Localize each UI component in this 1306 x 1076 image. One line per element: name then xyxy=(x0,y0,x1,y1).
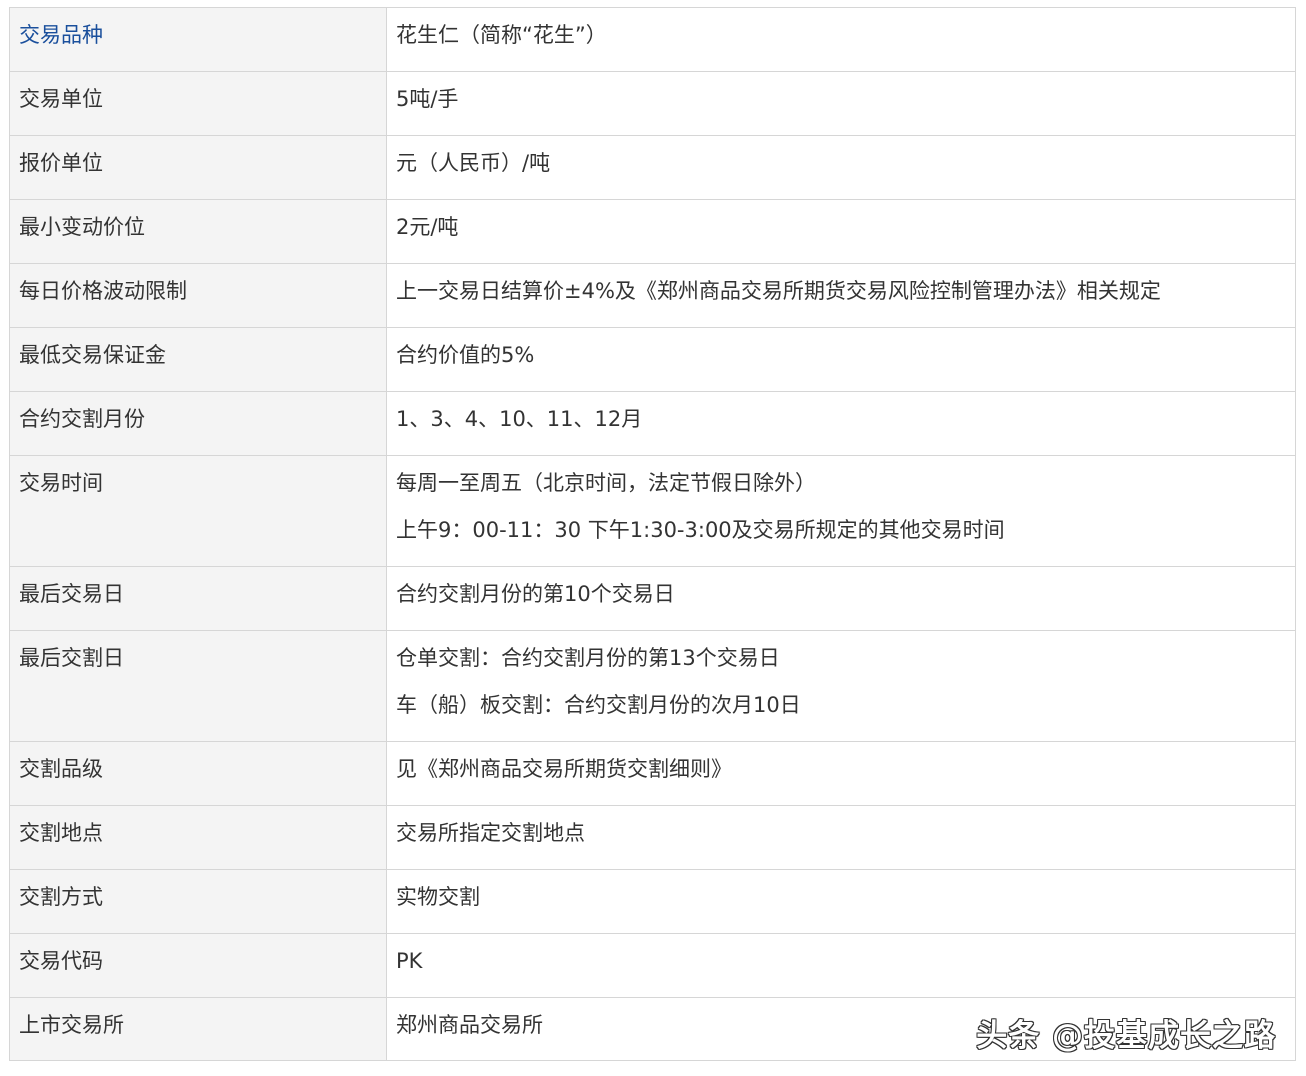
row-label-cell: 最后交易日 xyxy=(9,566,387,631)
row-label-cell: 交割品级 xyxy=(9,741,387,806)
row-value-cell: 合约交割月份的第10个交易日 xyxy=(386,566,1296,631)
row-label-cell: 交易时间 xyxy=(9,455,387,567)
row-label: 交易品种 xyxy=(19,23,103,47)
row-value-cell: 每周一至周五（北京时间，法定节假日除外） 上午9：00-11：30 下午1:30… xyxy=(386,455,1296,567)
row-value-cell: 5吨/手 xyxy=(386,71,1296,136)
table-row: 最小变动价位 2元/吨 xyxy=(9,199,1296,264)
row-label-cell: 交易代码 xyxy=(9,933,387,998)
row-label-cell: 交割方式 xyxy=(9,869,387,934)
row-value: 每周一至周五（北京时间，法定节假日除外） xyxy=(396,471,816,495)
row-value: 车（船）板交割：合约交割月份的次月10日 xyxy=(396,693,801,717)
contract-spec-table: 交易品种 花生仁（简称“花生”） 交易单位 5吨/手 报价单位 元（人民币）/吨… xyxy=(9,7,1296,1061)
table-row: 最后交割日 仓单交割：合约交割月份的第13个交易日 车（船）板交割：合约交割月份… xyxy=(9,630,1296,742)
row-value-cell: 上一交易日结算价±4%及《郑州商品交易所期货交易风险控制管理办法》相关规定 xyxy=(386,263,1296,328)
row-value: 见《郑州商品交易所期货交割细则》 xyxy=(396,757,732,781)
row-value-cell: 合约价值的5% xyxy=(386,327,1296,392)
row-label-cell: 交易单位 xyxy=(9,71,387,136)
row-value-cell: 仓单交割：合约交割月份的第13个交易日 车（船）板交割：合约交割月份的次月10日 xyxy=(386,630,1296,742)
table-row: 合约交割月份 1、3、4、10、11、12月 xyxy=(9,391,1296,456)
row-value: 上午9：00-11：30 下午1:30-3:00及交易所规定的其他交易时间 xyxy=(396,518,1005,542)
row-value-cell: 元（人民币）/吨 xyxy=(386,135,1296,200)
row-value: 上一交易日结算价±4%及《郑州商品交易所期货交易风险控制管理办法》相关规定 xyxy=(396,279,1161,303)
row-label-cell: 交割地点 xyxy=(9,805,387,870)
row-label: 合约交割月份 xyxy=(19,407,145,431)
row-label-cell: 每日价格波动限制 xyxy=(9,263,387,328)
row-value-cell: 实物交割 xyxy=(386,869,1296,934)
row-label: 交易单位 xyxy=(19,87,103,111)
row-label: 最低交易保证金 xyxy=(19,343,166,367)
row-label: 交易代码 xyxy=(19,949,103,973)
row-value-cell: PK xyxy=(386,933,1296,998)
row-value: 1、3、4、10、11、12月 xyxy=(396,407,643,431)
row-value: 2元/吨 xyxy=(396,215,459,239)
table-row: 最低交易保证金 合约价值的5% xyxy=(9,327,1296,392)
table-row: 交割方式 实物交割 xyxy=(9,869,1296,934)
row-label-cell: 交易品种 xyxy=(9,7,387,72)
row-value: 交易所指定交割地点 xyxy=(396,821,585,845)
table-row: 交易代码 PK xyxy=(9,933,1296,998)
table-row: 每日价格波动限制 上一交易日结算价±4%及《郑州商品交易所期货交易风险控制管理办… xyxy=(9,263,1296,328)
table-row: 报价单位 元（人民币）/吨 xyxy=(9,135,1296,200)
row-value: 合约价值的5% xyxy=(396,343,535,367)
table-row: 交易单位 5吨/手 xyxy=(9,71,1296,136)
table-row: 最后交易日 合约交割月份的第10个交易日 xyxy=(9,566,1296,631)
row-label: 每日价格波动限制 xyxy=(19,279,187,303)
row-value-cell: 花生仁（简称“花生”） xyxy=(386,7,1296,72)
row-value-cell: 交易所指定交割地点 xyxy=(386,805,1296,870)
row-value: PK xyxy=(396,949,423,973)
row-label-cell: 上市交易所 xyxy=(9,997,387,1061)
table-row: 交易品种 花生仁（简称“花生”） xyxy=(9,7,1296,72)
table-row: 交割品级 见《郑州商品交易所期货交割细则》 xyxy=(9,741,1296,806)
table-row: 交割地点 交易所指定交割地点 xyxy=(9,805,1296,870)
row-label: 交割地点 xyxy=(19,821,103,845)
row-value-cell: 见《郑州商品交易所期货交割细则》 xyxy=(386,741,1296,806)
row-label: 上市交易所 xyxy=(19,1013,124,1037)
row-label-cell: 最后交割日 xyxy=(9,630,387,742)
row-label: 交割品级 xyxy=(19,757,103,781)
row-label-cell: 最低交易保证金 xyxy=(9,327,387,392)
row-label: 最后交易日 xyxy=(19,582,124,606)
row-value-cell: 1、3、4、10、11、12月 xyxy=(386,391,1296,456)
row-value-cell: 2元/吨 xyxy=(386,199,1296,264)
row-label: 报价单位 xyxy=(19,151,103,175)
row-label: 最后交割日 xyxy=(19,646,124,670)
row-label: 交割方式 xyxy=(19,885,103,909)
row-label-cell: 最小变动价位 xyxy=(9,199,387,264)
row-value: 合约交割月份的第10个交易日 xyxy=(396,582,675,606)
row-value: 实物交割 xyxy=(396,885,480,909)
row-label-cell: 报价单位 xyxy=(9,135,387,200)
row-value: 元（人民币）/吨 xyxy=(396,151,551,175)
table-row: 交易时间 每周一至周五（北京时间，法定节假日除外） 上午9：00-11：30 下… xyxy=(9,455,1296,567)
row-label-cell: 合约交割月份 xyxy=(9,391,387,456)
row-label: 交易时间 xyxy=(19,471,103,495)
watermark: 头条 @投基成长之路 xyxy=(976,1018,1276,1054)
row-label: 最小变动价位 xyxy=(19,215,145,239)
row-value: 仓单交割：合约交割月份的第13个交易日 xyxy=(396,646,780,670)
row-value: 花生仁（简称“花生”） xyxy=(396,23,607,47)
row-value: 5吨/手 xyxy=(396,87,459,111)
